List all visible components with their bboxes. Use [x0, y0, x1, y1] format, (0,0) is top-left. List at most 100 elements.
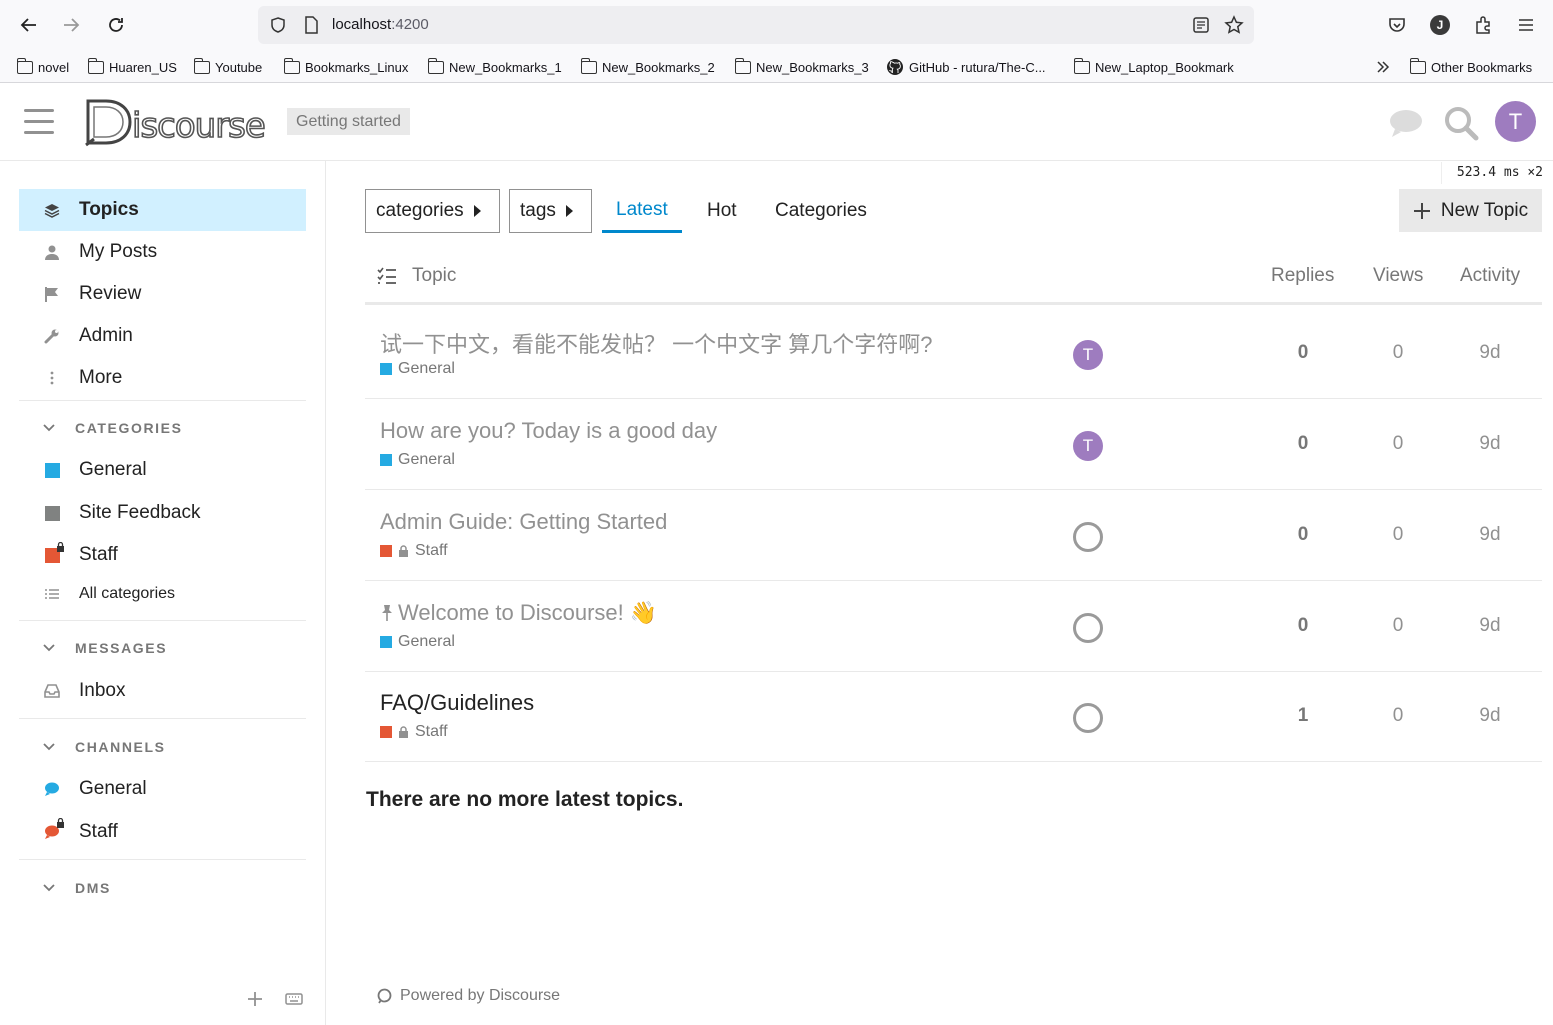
replies-count[interactable]: 0 [1273, 342, 1333, 364]
back-button[interactable] [14, 10, 44, 40]
sidebar-item-more[interactable]: More [19, 357, 306, 399]
topic-title-link[interactable]: Welcome to Discourse! 👋 [398, 600, 657, 626]
bookmark-folder[interactable]: New_Bookmarks_3 [734, 57, 869, 77]
sidebar-divider [19, 620, 306, 621]
poster-avatar[interactable]: T [1073, 431, 1103, 461]
add-section-button[interactable] [247, 991, 263, 1012]
sidebar-item-my-posts[interactable]: My Posts [19, 231, 306, 273]
topic-category-badge[interactable]: Staff [380, 542, 448, 560]
replies-count[interactable]: 1 [1273, 705, 1333, 727]
sidebar-item-category-staff[interactable]: Staff [19, 534, 306, 576]
sidebar-section-channels[interactable]: CHANNELS [43, 737, 166, 757]
topic-row[interactable]: 试一下中文，看能不能发帖？ 一个中文字 算几个字符啊? General T 0 … [365, 308, 1542, 399]
bookmark-folder[interactable]: Bookmarks_Linux [283, 57, 408, 77]
tab-latest[interactable]: Latest [602, 189, 682, 233]
main-content: categories tags Latest Hot Categories Ne… [326, 161, 1553, 1025]
bookmarks-overflow-button[interactable] [1375, 57, 1391, 77]
site-banner[interactable]: Getting started [287, 108, 410, 135]
bookmark-folder[interactable]: Huaren_US [87, 57, 177, 77]
activity-age[interactable]: 9d [1460, 524, 1520, 546]
chevron-down-icon [43, 641, 57, 655]
sidebar-item-admin[interactable]: Admin [19, 315, 306, 357]
topic-row[interactable]: FAQ/Guidelines Staff 1 0 9d [365, 671, 1542, 762]
column-views[interactable]: Views [1373, 265, 1423, 287]
search-button[interactable] [1441, 103, 1481, 143]
tags-dropdown[interactable]: tags [509, 189, 592, 233]
categories-dropdown[interactable]: categories [365, 189, 500, 233]
chat-button[interactable] [1386, 103, 1426, 143]
activity-age[interactable]: 9d [1460, 705, 1520, 727]
sidebar-section-messages[interactable]: MESSAGES [43, 638, 167, 658]
bulk-select-button[interactable] [377, 267, 397, 291]
activity-age[interactable]: 9d [1460, 342, 1520, 364]
topic-title-link[interactable]: How are you? Today is a good day [380, 418, 717, 444]
topic-category-badge[interactable]: General [380, 360, 455, 378]
topic-category-badge[interactable]: General [380, 633, 455, 651]
inbox-icon [43, 682, 61, 700]
sidebar: Topics My Posts Review Admin More CATEGO… [0, 161, 326, 1025]
poster-avatar[interactable]: T [1073, 340, 1103, 370]
bookmark-folder[interactable]: New_Bookmarks_2 [580, 57, 715, 77]
column-topic[interactable]: Topic [412, 265, 456, 287]
sidebar-item-inbox[interactable]: Inbox [19, 670, 306, 712]
topic-row[interactable]: Admin Guide: Getting Started Staff 0 0 9… [365, 490, 1542, 581]
shield-icon[interactable] [268, 15, 288, 35]
column-replies[interactable]: Replies [1271, 265, 1334, 287]
extensions-icon[interactable] [1470, 12, 1496, 38]
activity-age[interactable]: 9d [1460, 615, 1520, 637]
keyboard-shortcuts-button[interactable] [285, 992, 303, 1011]
bookmark-folder[interactable]: Youtube [193, 57, 262, 77]
folder-icon [427, 57, 444, 74]
topic-title-link[interactable]: FAQ/Guidelines [380, 690, 534, 716]
category-swatch [380, 636, 392, 648]
forward-button[interactable] [56, 10, 86, 40]
sidebar-section-categories[interactable]: CATEGORIES [43, 418, 183, 438]
poster-avatar-system[interactable] [1073, 703, 1103, 733]
topic-title-link[interactable]: 试一下中文，看能不能发帖？ 一个中文字 算几个字符啊? [380, 327, 932, 359]
topic-category-badge[interactable]: Staff [380, 723, 448, 741]
replies-count[interactable]: 0 [1273, 524, 1333, 546]
poster-avatar-system[interactable] [1073, 522, 1103, 552]
topic-title-link[interactable]: Admin Guide: Getting Started [380, 509, 667, 535]
sidebar-toggle-button[interactable] [24, 109, 54, 135]
bookmark-folder[interactable]: New_Bookmarks_1 [427, 57, 562, 77]
powered-by-link[interactable]: Powered by Discourse [376, 987, 560, 1005]
chevron-double-right-icon [1377, 61, 1390, 73]
url-text[interactable]: localhost:4200 [332, 16, 429, 33]
sidebar-item-channel-staff[interactable]: Staff [19, 811, 306, 853]
replies-count[interactable]: 0 [1273, 615, 1333, 637]
user-menu-avatar[interactable]: T [1495, 101, 1536, 142]
topic-row[interactable]: Welcome to Discourse! 👋 General 0 0 9d [365, 581, 1542, 672]
sidebar-item-channel-general[interactable]: General [19, 768, 306, 810]
replies-count[interactable]: 0 [1273, 433, 1333, 455]
star-icon[interactable] [1224, 15, 1244, 35]
topic-category-badge[interactable]: General [380, 451, 455, 469]
sidebar-item-all-categories[interactable]: All categories [19, 573, 306, 615]
menu-icon[interactable] [1513, 12, 1539, 38]
topic-row[interactable]: How are you? Today is a good day General… [365, 399, 1542, 490]
tab-categories[interactable]: Categories [761, 189, 881, 233]
sidebar-item-topics[interactable]: Topics [19, 189, 306, 231]
address-bar[interactable]: localhost:4200 [258, 6, 1254, 44]
column-activity[interactable]: Activity [1460, 265, 1520, 287]
pocket-icon[interactable] [1384, 12, 1410, 38]
sidebar-item-review[interactable]: Review [19, 273, 306, 315]
poster-avatar-system[interactable] [1073, 613, 1103, 643]
site-logo[interactable]: iscourse [82, 95, 272, 149]
views-count: 0 [1392, 342, 1404, 363]
profile-button[interactable]: J [1427, 12, 1453, 38]
page-icon[interactable] [301, 15, 321, 35]
new-topic-button[interactable]: New Topic [1399, 189, 1542, 232]
sidebar-item-category-site-feedback[interactable]: Site Feedback [19, 492, 306, 534]
tab-hot[interactable]: Hot [693, 189, 751, 233]
sidebar-item-category-general[interactable]: General [19, 449, 306, 491]
bookmark-folder[interactable]: New_Laptop_Bookmark [1073, 57, 1234, 77]
bookmark-folder[interactable]: novel [16, 57, 69, 77]
discourse-icon [377, 988, 392, 1004]
bookmark-github[interactable]: GitHub - rutura/The-C... [886, 57, 1046, 77]
reader-view-icon[interactable] [1191, 15, 1211, 35]
activity-age[interactable]: 9d [1460, 433, 1520, 455]
reload-button[interactable] [101, 10, 131, 40]
other-bookmarks[interactable]: Other Bookmarks [1409, 57, 1532, 77]
sidebar-section-dms[interactable]: DMS [43, 878, 111, 898]
